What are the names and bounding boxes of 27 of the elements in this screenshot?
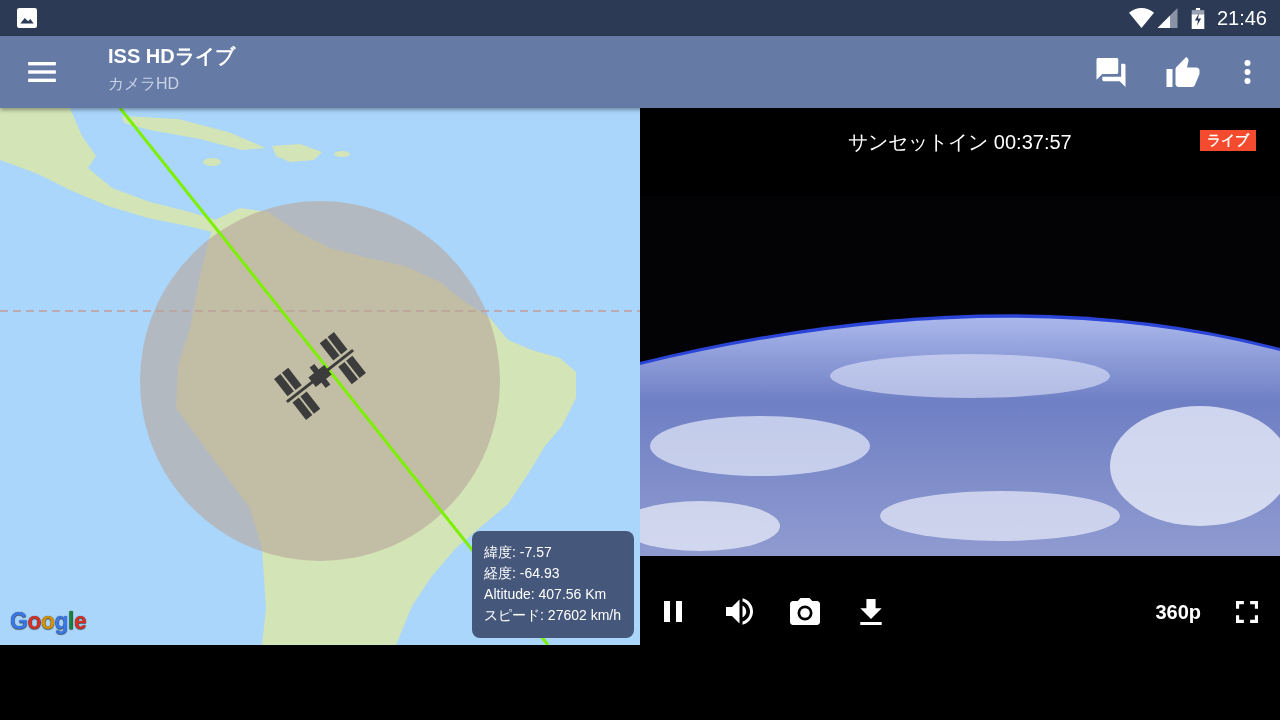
thumbs-up-icon (1166, 57, 1200, 87)
more-icon (1243, 60, 1251, 84)
wifi-icon (1128, 8, 1154, 28)
live-badge: ライブ (1200, 130, 1256, 151)
status-time: 21:46 (1216, 6, 1267, 30)
space-station-icon (274, 332, 366, 420)
menu-icon (28, 62, 56, 82)
battery-charging-icon (1190, 7, 1205, 29)
telemetry-line: Altitude: 407.56 Km (484, 585, 608, 604)
chat-bubbles-icon (1096, 57, 1126, 87)
island-shape (203, 158, 221, 166)
volume-icon (725, 598, 753, 625)
quality-button[interactable]: 360p (1147, 587, 1209, 636)
telemetry-line: 経度: -64.93 (484, 564, 561, 583)
island-shape (334, 151, 350, 157)
signal-icon (1156, 8, 1178, 28)
island-shape (272, 144, 322, 162)
fullscreen-icon (1236, 600, 1258, 623)
download-icon (860, 598, 882, 625)
image-icon (17, 8, 37, 28)
app-subtitle: カメラHD (108, 74, 181, 94)
telemetry-line: スピード: 27602 km/h (484, 606, 621, 625)
telemetry-line: 緯度: -7.57 (484, 543, 553, 562)
sunset-countdown-text: サンセットイン 00:37:57 (848, 130, 1072, 154)
map-logo: Google (10, 607, 87, 635)
app-title: ISS HDライブ (108, 44, 235, 68)
camera-icon (790, 598, 820, 625)
